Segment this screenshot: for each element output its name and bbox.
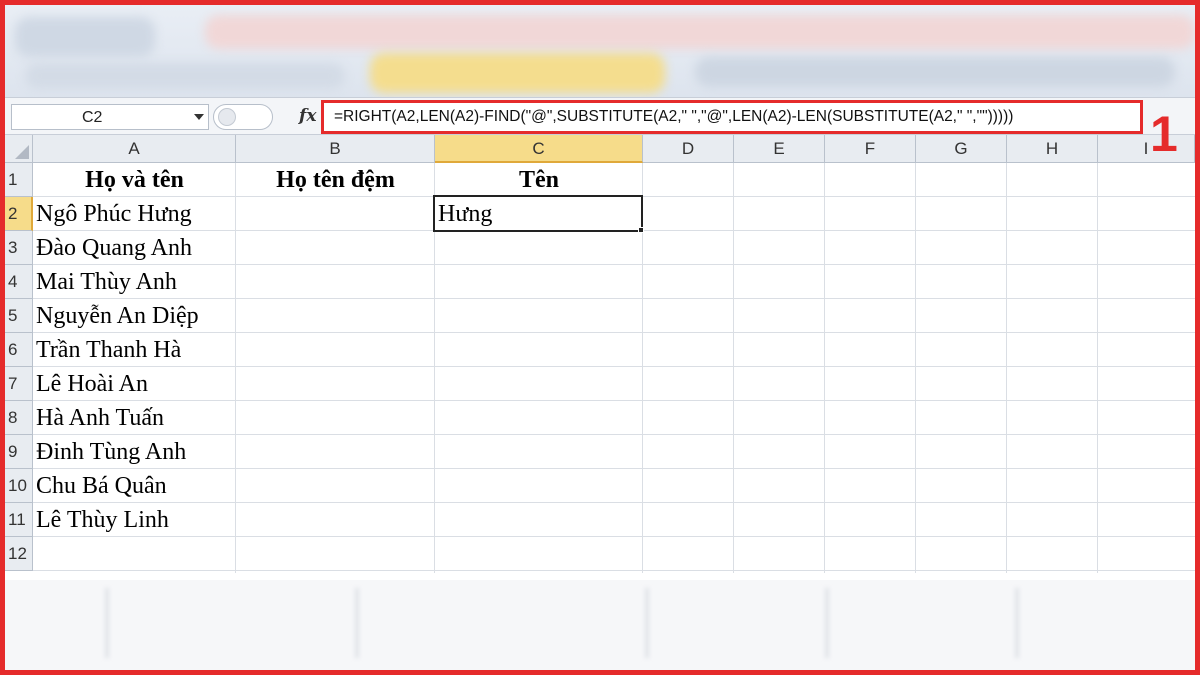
formula-input[interactable]: =RIGHT(A2,LEN(A2)-FIND("@",SUBSTITUTE(A2…	[321, 100, 1143, 134]
row-header-3[interactable]: 3	[5, 231, 33, 265]
row-header-10[interactable]: 10	[5, 469, 33, 503]
cell-a2[interactable]: Ngô Phúc Hưng	[33, 197, 236, 231]
row-header-4[interactable]: 4	[5, 265, 33, 299]
row-header-5[interactable]: 5	[5, 299, 33, 333]
lower-area-blurred	[5, 580, 1195, 670]
cell-a10[interactable]: Chu Bá Quân	[33, 469, 236, 503]
row-header-8[interactable]: 8	[5, 401, 33, 435]
formula-bar-splitter[interactable]	[213, 104, 273, 130]
column-header-g[interactable]: G	[916, 135, 1007, 163]
row-header-11[interactable]: 11	[5, 503, 33, 537]
chevron-down-icon[interactable]	[194, 114, 204, 120]
gridline	[824, 163, 825, 573]
name-box[interactable]: C2	[11, 104, 209, 130]
cell-a9[interactable]: Đinh Tùng Anh	[33, 435, 236, 469]
spreadsheet-grid: A B C D E F G H I 1 2 3 4 5 6 7 8 9 10 1…	[5, 135, 1195, 580]
cell-a11[interactable]: Lê Thùy Linh	[33, 503, 236, 537]
column-header-c[interactable]: C	[435, 135, 643, 163]
gridline	[915, 163, 916, 573]
name-box-value: C2	[82, 109, 103, 126]
splitter-handle-icon[interactable]	[218, 108, 236, 126]
step-callout-number: 1	[1150, 106, 1178, 162]
insert-function-icon[interactable]: fx	[299, 106, 316, 126]
formula-bar: C2 fx =RIGHT(A2,LEN(A2)-FIND("@",SUBSTIT…	[5, 97, 1195, 135]
cell-a1[interactable]: Họ và tên	[33, 163, 236, 197]
row-header-12[interactable]: 12	[5, 537, 33, 571]
active-cell-border	[433, 195, 643, 232]
row-header-1[interactable]: 1	[5, 163, 33, 197]
column-header-i[interactable]: I	[1098, 135, 1195, 163]
column-header-d[interactable]: D	[643, 135, 734, 163]
cell-a3[interactable]: Đào Quang Anh	[33, 231, 236, 265]
column-header-e[interactable]: E	[734, 135, 825, 163]
gridline	[1097, 163, 1098, 573]
gridline	[1006, 163, 1007, 573]
cell-a7[interactable]: Lê Hoài An	[33, 367, 236, 401]
cell-a5[interactable]: Nguyễn An Diệp	[33, 299, 236, 333]
cell-a6[interactable]: Trần Thanh Hà	[33, 333, 236, 367]
column-header-f[interactable]: F	[825, 135, 916, 163]
row-header-7[interactable]: 7	[5, 367, 33, 401]
column-header-a[interactable]: A	[33, 135, 236, 163]
cell-a4[interactable]: Mai Thùy Anh	[33, 265, 236, 299]
select-all-corner[interactable]	[5, 135, 33, 163]
cell-c1[interactable]: Tên	[435, 163, 643, 197]
column-header-b[interactable]: B	[236, 135, 435, 163]
cell-a8[interactable]: Hà Anh Tuấn	[33, 401, 236, 435]
gridline	[33, 570, 1195, 571]
fill-handle[interactable]	[638, 227, 644, 233]
row-header-2[interactable]: 2	[5, 197, 33, 231]
cell-b1[interactable]: Họ tên đệm	[236, 163, 435, 197]
row-header-9[interactable]: 9	[5, 435, 33, 469]
row-header-6[interactable]: 6	[5, 333, 33, 367]
ribbon-blurred	[5, 5, 1195, 97]
column-header-h[interactable]: H	[1007, 135, 1098, 163]
gridline	[733, 163, 734, 573]
